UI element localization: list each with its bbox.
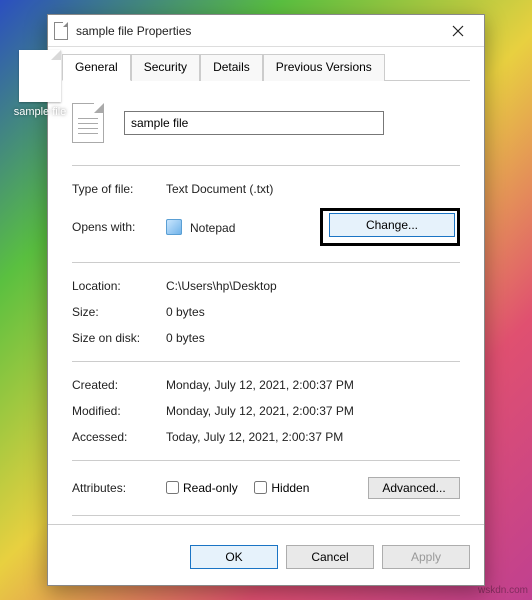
divider xyxy=(72,262,460,263)
apply-button[interactable]: Apply xyxy=(382,545,470,569)
size-label: Size: xyxy=(72,305,166,319)
close-icon xyxy=(452,25,464,37)
attributes-controls: Read-only Hidden xyxy=(166,481,309,495)
accessed-label: Accessed: xyxy=(72,430,166,444)
divider xyxy=(72,165,460,166)
hidden-checkbox[interactable] xyxy=(254,481,267,494)
titlebar-file-icon xyxy=(54,22,68,40)
titlebar: sample file Properties xyxy=(48,15,484,47)
size-value: 0 bytes xyxy=(166,305,205,319)
tab-previous-versions[interactable]: Previous Versions xyxy=(263,54,385,81)
change-button[interactable]: Change... xyxy=(329,213,455,237)
opens-with-label: Opens with: xyxy=(72,220,166,234)
tab-strip: General Security Details Previous Versio… xyxy=(62,53,470,81)
tab-details[interactable]: Details xyxy=(200,54,263,81)
type-of-file-label: Type of file: xyxy=(72,182,166,196)
opens-with-value: Notepad xyxy=(166,219,235,235)
created-value: Monday, July 12, 2021, 2:00:37 PM xyxy=(166,378,354,392)
location-value: C:\Users\hp\Desktop xyxy=(166,279,277,293)
dialog-footer: OK Cancel Apply xyxy=(48,524,484,585)
divider xyxy=(72,460,460,461)
divider xyxy=(72,361,460,362)
properties-dialog: sample file Properties General Security … xyxy=(47,14,485,586)
close-button[interactable] xyxy=(438,16,478,46)
tab-content: Type of file: Text Document (.txt) Opens… xyxy=(48,81,484,524)
ok-button[interactable]: OK xyxy=(190,545,278,569)
accessed-value: Today, July 12, 2021, 2:00:37 PM xyxy=(166,430,343,444)
notepad-icon xyxy=(166,219,182,235)
created-label: Created: xyxy=(72,378,166,392)
hidden-label: Hidden xyxy=(271,481,309,495)
file-large-icon xyxy=(72,103,104,143)
advanced-button[interactable]: Advanced... xyxy=(368,477,460,499)
opens-with-text: Notepad xyxy=(190,221,235,235)
window-title: sample file Properties xyxy=(76,24,438,38)
readonly-label: Read-only xyxy=(183,481,238,495)
attributes-label: Attributes: xyxy=(72,481,166,495)
modified-value: Monday, July 12, 2021, 2:00:37 PM xyxy=(166,404,354,418)
location-label: Location: xyxy=(72,279,166,293)
tab-general[interactable]: General xyxy=(62,54,131,81)
size-on-disk-value: 0 bytes xyxy=(166,331,205,345)
change-highlight-box: Change... xyxy=(320,208,460,246)
size-on-disk-label: Size on disk: xyxy=(72,331,166,345)
modified-label: Modified: xyxy=(72,404,166,418)
type-of-file-value: Text Document (.txt) xyxy=(166,182,273,196)
cancel-button[interactable]: Cancel xyxy=(286,545,374,569)
watermark: wskdn.com xyxy=(478,585,528,596)
divider xyxy=(72,515,460,516)
readonly-checkbox[interactable] xyxy=(166,481,179,494)
file-glyph-icon xyxy=(19,50,61,102)
filename-input[interactable] xyxy=(124,111,384,135)
desktop-file-label: sample file xyxy=(10,106,70,118)
tab-security[interactable]: Security xyxy=(131,54,200,81)
desktop-file-icon[interactable]: sample file xyxy=(10,50,70,118)
